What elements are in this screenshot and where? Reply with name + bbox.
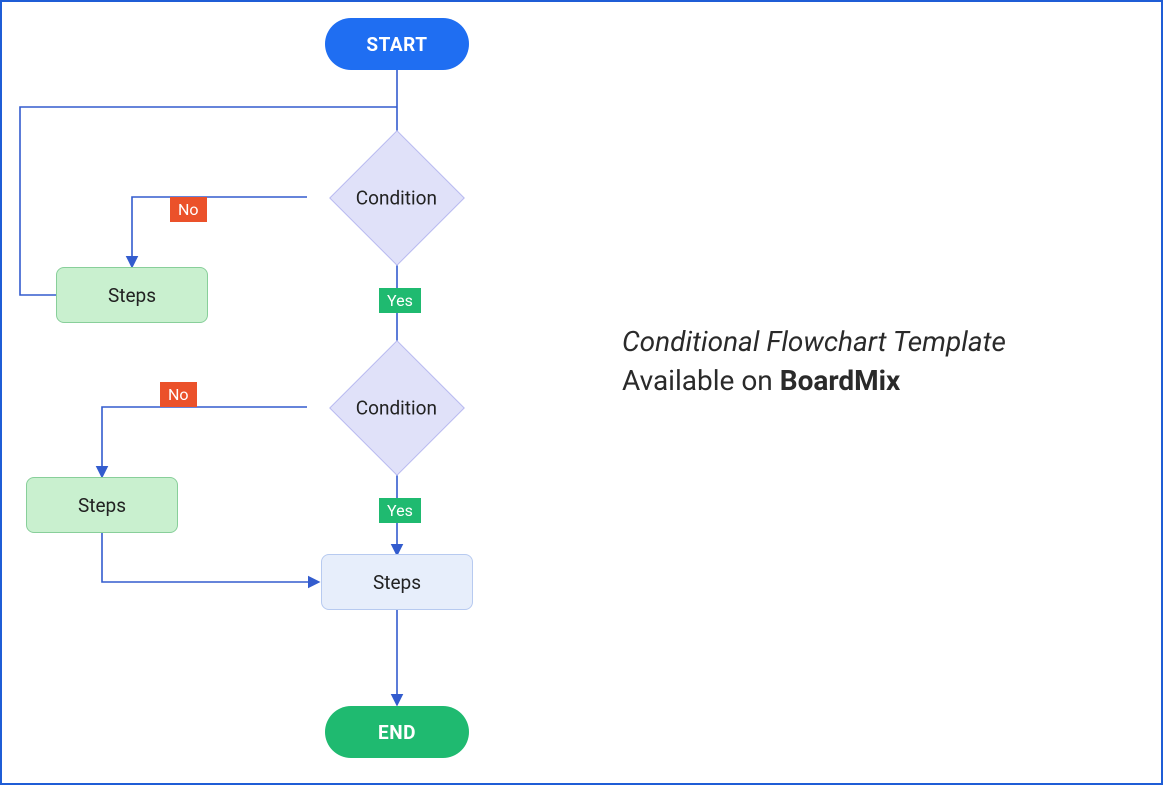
steps-3-node: Steps (321, 554, 473, 610)
start-label: START (366, 33, 427, 56)
condition-2-label: Condition (356, 396, 437, 419)
steps-3-label: Steps (373, 571, 421, 594)
steps-1-node: Steps (56, 267, 208, 323)
condition-2-no-tag: No (160, 382, 197, 407)
caption-block: Conditional Flowchart Template Available… (622, 322, 1006, 400)
condition-1-label: Condition (356, 186, 437, 209)
caption-brand: BoardMix (780, 364, 901, 397)
caption-line-1: Conditional Flowchart Template (622, 322, 1006, 361)
condition-2-yes-tag: Yes (379, 498, 421, 523)
condition-1-no-tag: No (170, 197, 207, 222)
caption-line-2: Available on BoardMix (622, 361, 1006, 400)
diagram-frame: START Condition No Yes Steps Condition N… (0, 0, 1163, 785)
caption-line-2-prefix: Available on (622, 364, 780, 397)
steps-1-label: Steps (108, 284, 156, 307)
steps-2-label: Steps (78, 494, 126, 517)
end-label: END (378, 721, 416, 744)
steps-2-node: Steps (26, 477, 178, 533)
condition-1-yes-tag: Yes (379, 288, 421, 313)
start-node: START (325, 18, 469, 70)
end-node: END (325, 706, 469, 758)
